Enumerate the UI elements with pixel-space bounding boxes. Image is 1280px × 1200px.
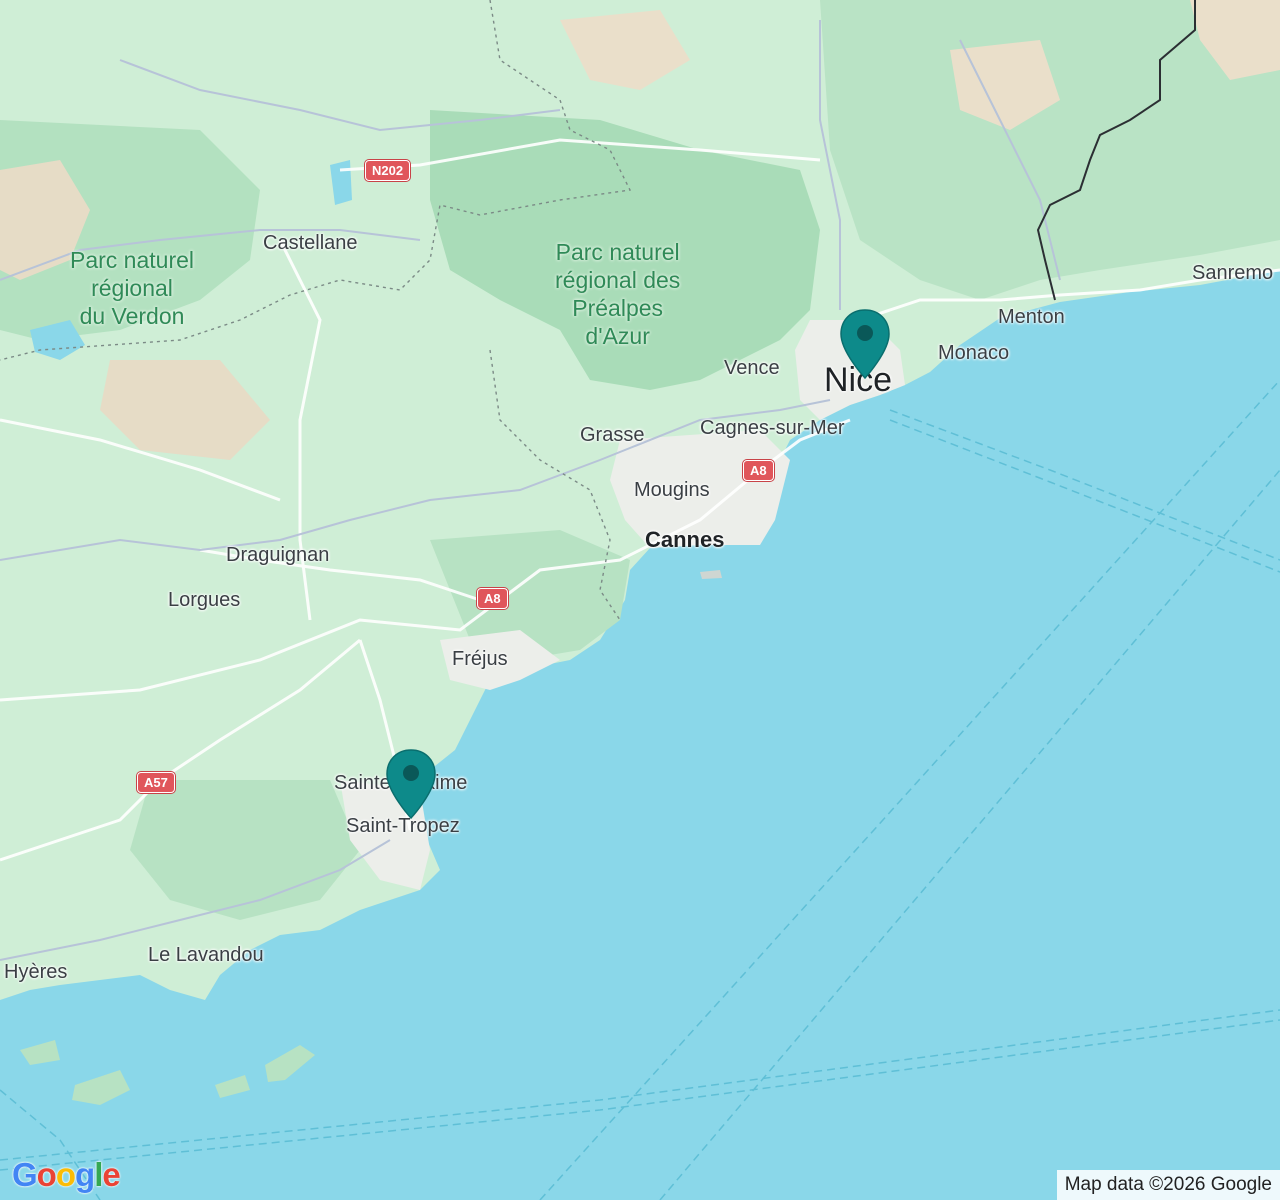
place-label-cagnes[interactable]: Cagnes-sur-Mer	[700, 417, 844, 440]
shipping-lane	[889, 409, 1280, 561]
marker-pin-icon	[386, 749, 436, 820]
place-label-monaco[interactable]: Monaco	[938, 342, 1009, 365]
island	[72, 1070, 130, 1105]
map-marker-saint-tropez[interactable]	[385, 748, 437, 820]
road-shield-n202: N202	[365, 160, 411, 181]
place-label-lorgues[interactable]: Lorgues	[168, 589, 240, 612]
road-shield-a8-north: A8	[743, 460, 774, 481]
google-logo[interactable]: Google	[12, 1156, 121, 1194]
shipping-lane	[0, 1009, 1280, 1161]
map-canvas[interactable]: Parc naturel régional du Verdon Parc nat…	[0, 0, 1280, 1200]
logo-letter: G	[12, 1156, 38, 1193]
logo-letter: o	[55, 1156, 76, 1193]
island	[20, 1040, 60, 1065]
map-marker-nice[interactable]	[839, 308, 891, 380]
park-label-prealpes: Parc naturel régional des Préalpes d'Azu…	[555, 239, 681, 349]
place-label-le-lavandou[interactable]: Le Lavandou	[148, 944, 264, 967]
road-shield-a57: A57	[137, 772, 175, 793]
park-label-verdon: Parc naturel régional du Verdon	[70, 247, 195, 329]
logo-letter: o	[36, 1156, 57, 1193]
place-label-vence[interactable]: Vence	[724, 357, 780, 380]
logo-letter: g	[75, 1156, 95, 1193]
place-label-mougins[interactable]: Mougins	[634, 479, 710, 502]
place-label-cannes[interactable]: Cannes	[645, 527, 724, 553]
island	[700, 570, 722, 579]
place-label-menton[interactable]: Menton	[998, 306, 1065, 329]
logo-letter: e	[102, 1156, 120, 1193]
shipping-lane	[889, 419, 1280, 573]
island	[265, 1045, 315, 1082]
place-label-sanremo[interactable]: Sanremo	[1192, 262, 1273, 285]
place-label-castellane[interactable]: Castellane	[263, 232, 358, 255]
map-attribution[interactable]: Map data ©2026 Google	[1056, 1170, 1280, 1200]
place-label-grasse[interactable]: Grasse	[580, 424, 644, 447]
island	[215, 1075, 250, 1098]
place-label-frejus[interactable]: Fréjus	[452, 648, 508, 671]
place-label-hyeres[interactable]: Hyères	[4, 961, 67, 984]
place-label-draguignan[interactable]: Draguignan	[226, 544, 329, 567]
marker-pin-icon	[840, 309, 890, 380]
road-shield-a8-south: A8	[477, 588, 508, 609]
